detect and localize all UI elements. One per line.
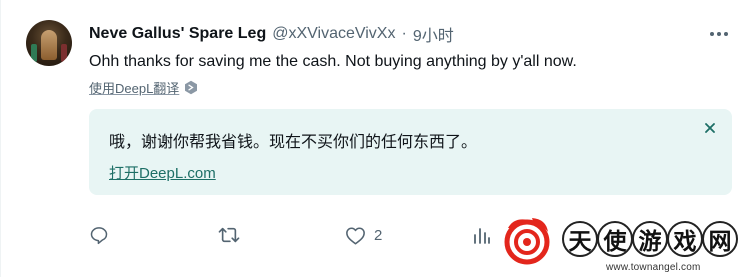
translate-button[interactable]: 使用DeepL翻译 <box>89 78 198 96</box>
like-button[interactable]: 2 <box>345 223 382 247</box>
close-icon <box>705 123 715 133</box>
retweet-button[interactable] <box>218 223 248 247</box>
deepl-icon <box>185 80 198 94</box>
translate-label: 使用DeepL翻译 <box>89 80 180 96</box>
close-translation-button[interactable] <box>700 118 720 138</box>
translation-text: 哦，谢谢你帮我省钱。现在不买你们的任何东西了。 <box>109 134 478 151</box>
action-bar: 2 <box>1 223 750 247</box>
user-handle[interactable]: @xXVivaceVivXx <box>272 25 395 43</box>
tweet-text: Ohh thanks for saving me the cash. Not b… <box>89 53 577 70</box>
separator-dot: · <box>401 25 407 42</box>
more-options-button[interactable] <box>707 22 731 46</box>
tweet-card[interactable]: Neve Gallus' Spare Leg @xXVivaceVivXx · … <box>0 0 750 277</box>
analytics-icon <box>474 228 490 244</box>
open-deepl-link[interactable]: 打开DeepL.com <box>109 164 216 184</box>
avatar-detail <box>31 44 37 62</box>
avatar-figure <box>41 30 57 60</box>
avatar-detail <box>61 44 67 62</box>
views-button[interactable] <box>473 223 499 247</box>
watermark-url: www.townangel.com <box>606 262 701 273</box>
translation-panel: 哦，谢谢你帮我省钱。现在不买你们的任何东西了。 打开DeepL.com <box>89 109 732 195</box>
reply-icon <box>90 227 108 245</box>
like-count: 2 <box>374 226 383 244</box>
avatar[interactable] <box>26 20 72 66</box>
reply-button[interactable] <box>89 223 117 247</box>
heart-icon <box>346 226 365 244</box>
retweet-icon <box>218 227 240 243</box>
tweet-timestamp[interactable]: 9小时 <box>413 22 454 46</box>
more-horizontal-icon <box>710 32 728 36</box>
display-name[interactable]: Neve Gallus' Spare Leg <box>89 25 266 43</box>
tweet-header: Neve Gallus' Spare Leg @xXVivaceVivXx · … <box>89 22 454 46</box>
